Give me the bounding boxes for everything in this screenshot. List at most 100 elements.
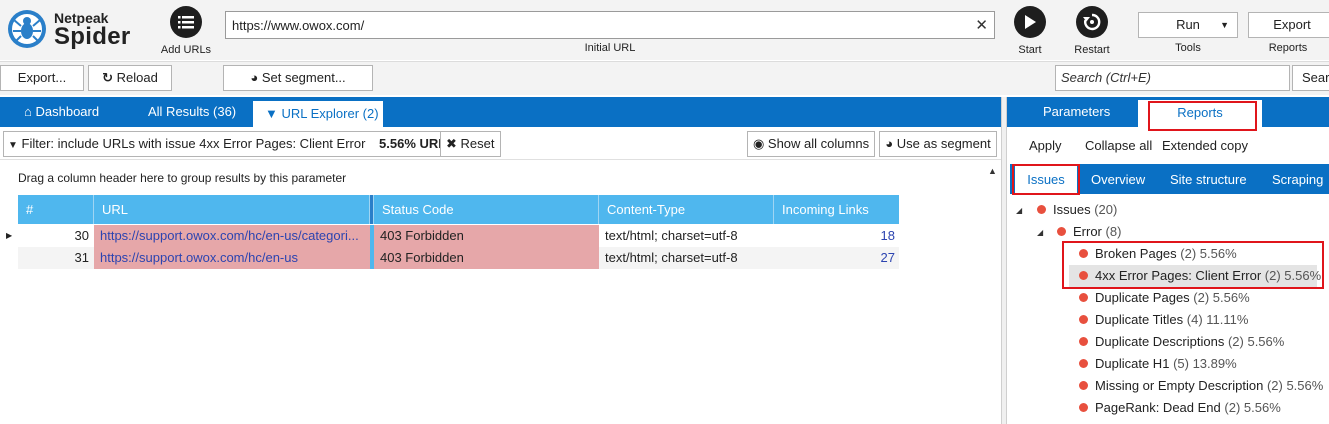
tree-item-count: (5) 13.89% [1173, 356, 1237, 371]
column-header-url[interactable]: URL [94, 195, 370, 224]
spider-logo-icon [8, 10, 46, 48]
cell-number: 31 [74, 250, 89, 265]
column-header-content-type[interactable]: Content-Type [599, 195, 774, 224]
tree-item-missing-description[interactable]: Missing or Empty Description (2) 5.56% [1077, 375, 1323, 397]
tab-url-explorer-label: URL Explorer (2) [281, 106, 379, 121]
search-input[interactable]: Search (Ctrl+E) [1055, 65, 1290, 91]
results-table: # URL Status Code Content-Type Incoming … [18, 195, 899, 269]
filter-icon: ▼ [265, 106, 278, 121]
reload-icon: ↻ [102, 70, 114, 85]
show-columns-label: Show all columns [767, 136, 870, 151]
start-button[interactable]: Start [1010, 6, 1050, 56]
restart-button[interactable]: Restart [1070, 6, 1114, 56]
table-header: # URL Status Code Content-Type Incoming … [18, 195, 899, 224]
restart-icon [1076, 6, 1108, 38]
export-reports-button[interactable]: Export [1248, 12, 1329, 38]
initial-url-input[interactable]: https://www.owox.com/ ✕ [225, 11, 995, 39]
tree-node-count: (20) [1094, 202, 1118, 217]
tab-overview[interactable]: Overview [1091, 164, 1145, 194]
tree-item-duplicate-h1[interactable]: Duplicate H1 (5) 13.89% [1077, 353, 1237, 375]
tab-parameters[interactable]: Parameters [1043, 97, 1110, 127]
tree-item-duplicate-descriptions[interactable]: Duplicate Descriptions (2) 5.56% [1077, 331, 1284, 353]
tab-all-results-label: All Results (36) [148, 104, 237, 119]
tab-url-explorer[interactable]: ▼ URL Explorer (2) [252, 100, 384, 127]
results-tabs: ⌂ Dashboard All Results (36) ▼ URL Explo… [0, 97, 1001, 127]
tree-item-count: (2) 5.56% [1224, 400, 1281, 415]
secondary-toolbar: Export... ↻ Reload ◕ Set segment... Sear… [0, 61, 1329, 95]
tree-item-label: Missing or Empty Description [1095, 378, 1264, 393]
column-header-number[interactable]: # [18, 195, 94, 224]
tree-item-pagerank-dead-end[interactable]: PageRank: Dead End (2) 5.56% [1077, 397, 1281, 419]
restart-label: Restart [1074, 44, 1110, 56]
tree-node-error[interactable]: Error (8) [1057, 221, 1121, 243]
home-icon: ⌂ [24, 104, 32, 119]
search-button[interactable]: Sear [1292, 65, 1329, 91]
set-segment-label: Set segment... [261, 70, 346, 85]
tab-all-results[interactable]: All Results (36) [148, 97, 236, 127]
issue-dot-icon [1079, 403, 1088, 412]
show-all-columns-button[interactable]: ◉ Show all columns [747, 131, 875, 157]
column-header-incoming-links[interactable]: Incoming Links [774, 195, 899, 224]
apply-button[interactable]: Apply [1029, 138, 1062, 153]
group-by-hint: Drag a column header here to group resul… [18, 171, 347, 185]
tools-label: Tools [1175, 42, 1201, 54]
close-icon: ✖ [446, 136, 457, 151]
scroll-up-arrow-icon[interactable]: ▲ [988, 166, 997, 176]
issue-dot-icon [1057, 227, 1066, 236]
tree-item-count: (2) 5.56% [1266, 378, 1324, 393]
set-segment-button[interactable]: ◕ Set segment... [223, 65, 373, 91]
cell-content-type: text/html; charset=utf-8 [605, 250, 738, 265]
highlight-box-reports-tab [1148, 101, 1257, 131]
tree-item-duplicate-titles[interactable]: Duplicate Titles (4) 11.11% [1077, 309, 1248, 331]
cell-url[interactable]: https://support.owox.com/hc/en-us [94, 247, 370, 269]
play-icon [1014, 6, 1046, 38]
collapse-triangle-icon[interactable]: ◢ [1037, 228, 1043, 237]
issue-dot-icon [1079, 359, 1088, 368]
tab-site-structure[interactable]: Site structure [1170, 164, 1247, 194]
filter-bar: ▼ Filter: include URLs with issue 4xx Er… [0, 128, 1001, 160]
use-as-segment-button[interactable]: ◕ Use as segment [879, 131, 997, 157]
cell-incoming-links[interactable]: 27 [774, 247, 899, 269]
reload-button[interactable]: ↻ Reload [88, 65, 172, 91]
add-urls-label: Add URLs [160, 44, 212, 56]
tree-node-issues[interactable]: Issues (20) [1037, 199, 1117, 221]
export-value: Export [1273, 17, 1311, 32]
cell-status-code: 403 Forbidden [374, 225, 599, 247]
tab-dashboard[interactable]: ⌂ Dashboard [24, 97, 99, 127]
tree-node-count: (8) [1105, 224, 1122, 239]
tree-item-label: Duplicate H1 [1095, 356, 1170, 371]
run-dropdown[interactable]: Run ▼ [1138, 12, 1238, 38]
clear-icon[interactable]: ✕ [975, 16, 988, 34]
issue-dot-icon [1079, 337, 1088, 346]
start-label: Start [1018, 44, 1042, 56]
export-button[interactable]: Export... [0, 65, 84, 91]
tree-item-count: (4) 11.11% [1186, 312, 1249, 327]
tree-item-label: Duplicate Descriptions [1095, 334, 1225, 349]
filter-text: Filter: include URLs with issue 4xx Erro… [21, 136, 366, 151]
cell-number: 30 [74, 228, 89, 243]
reset-filter-button[interactable]: ✖ Reset [440, 131, 501, 157]
tab-scraping[interactable]: Scraping [1272, 164, 1323, 194]
collapse-all-button[interactable]: Collapse all [1085, 138, 1152, 153]
issue-dot-icon [1079, 293, 1088, 302]
list-icon [170, 6, 202, 38]
initial-url-value: https://www.owox.com/ [232, 18, 365, 33]
use-segment-label: Use as segment [896, 136, 991, 151]
extended-copy-button[interactable]: Extended copy [1162, 138, 1248, 153]
table-row[interactable]: 30 https://support.owox.com/hc/en-us/cat… [18, 225, 899, 247]
tree-item-count: (2) 5.56% [1227, 334, 1285, 349]
funnel-icon: ▼ [8, 140, 18, 151]
tree-item-duplicate-pages[interactable]: Duplicate Pages (2) 5.56% [1077, 287, 1250, 309]
add-urls-button[interactable]: Add URLs [160, 6, 212, 56]
table-row[interactable]: 31 https://support.owox.com/hc/en-us 403… [18, 247, 899, 269]
report-actions: Apply Collapse all Extended copy [1007, 128, 1329, 162]
collapse-triangle-icon[interactable]: ◢ [1016, 206, 1022, 215]
cell-incoming-links[interactable]: 18 [774, 225, 899, 247]
cell-url[interactable]: https://support.owox.com/hc/en-us/catego… [94, 225, 370, 247]
cell-content-type: text/html; charset=utf-8 [605, 228, 738, 243]
active-filter[interactable]: ▼ Filter: include URLs with issue 4xx Er… [3, 131, 460, 157]
brand-line2: Spider [54, 23, 131, 50]
reports-label: Reports [1268, 42, 1308, 54]
eye-icon: ◉ [752, 136, 765, 151]
column-header-status-code[interactable]: Status Code [374, 195, 599, 224]
